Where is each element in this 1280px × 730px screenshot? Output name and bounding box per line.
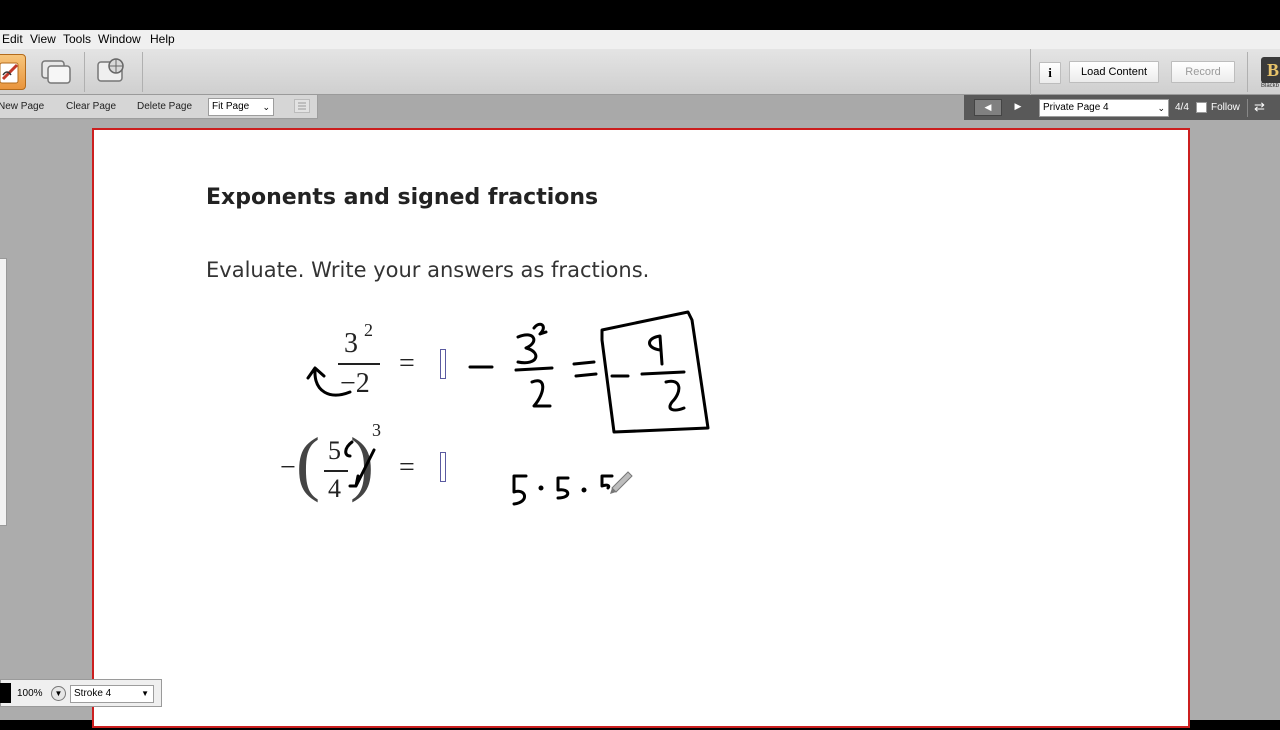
app-window: Edit View Tools Window Help i Load Conte… xyxy=(0,0,1280,728)
globe-window-icon xyxy=(97,58,124,82)
whiteboard-page[interactable]: Exponents and signed fractions Evaluate.… xyxy=(92,128,1190,728)
follow-checkbox[interactable] xyxy=(1196,102,1207,113)
record-button[interactable]: Record xyxy=(1171,61,1235,83)
triangle-down-icon: ▼ xyxy=(141,689,149,698)
ink-dot-two xyxy=(581,487,587,493)
page-select-value: Private Page 4 xyxy=(1043,102,1109,113)
title-bar xyxy=(0,0,1280,30)
web-share-button[interactable] xyxy=(94,54,130,90)
pen-tool-button[interactable] xyxy=(0,54,26,90)
ink-digit-nine xyxy=(648,334,664,366)
triangle-left-icon: ◀ xyxy=(984,102,992,112)
nav-separator xyxy=(1247,99,1248,117)
screen-share-button[interactable] xyxy=(38,54,74,90)
side-panel-edge[interactable] xyxy=(0,258,7,526)
color-swatch[interactable] xyxy=(0,683,11,703)
page-list-icon[interactable] xyxy=(294,99,310,113)
menu-bar: Edit View Tools Window Help xyxy=(0,30,1280,49)
toolbar-right-group: i Load Content Record B Blackb xyxy=(1030,49,1280,95)
page-toolbar: New Page Clear Page Delete Page Fit Page… xyxy=(0,95,318,119)
ink-five-two xyxy=(556,476,570,500)
ink-digit-three xyxy=(516,333,538,365)
ink-equals xyxy=(572,360,598,378)
zoom-select[interactable]: Fit Page ⌄ xyxy=(208,98,274,116)
blackboard-logo-caption: Blackb xyxy=(1261,83,1280,89)
page-count: 4/4 xyxy=(1175,102,1189,113)
swap-arrows-icon[interactable]: ⇄ xyxy=(1254,99,1265,115)
ink-box-fraction-bar xyxy=(640,370,686,376)
next-page-button[interactable]: ▶ xyxy=(1006,99,1030,116)
main-toolbar: i Load Content Record B Blackb xyxy=(0,49,1280,95)
ink-box-digit-two xyxy=(664,379,686,412)
delete-page-button[interactable]: Delete Page xyxy=(137,101,192,112)
ink-five-one xyxy=(512,474,528,506)
page-select[interactable]: Private Page 4 ⌄ xyxy=(1039,99,1169,117)
blackboard-logo[interactable]: B xyxy=(1261,57,1280,83)
menu-window[interactable]: Window xyxy=(98,32,141,46)
menu-tools[interactable]: Tools xyxy=(63,32,91,46)
chevron-down-icon: ⌄ xyxy=(262,102,270,112)
menu-view[interactable]: View xyxy=(30,32,56,46)
windows-icon xyxy=(41,60,71,84)
prev-page-button[interactable]: ◀ xyxy=(974,99,1002,116)
ink-paren-arrow xyxy=(344,440,376,488)
chevron-down-icon: ⌄ xyxy=(1157,103,1165,113)
triangle-down-icon: ▼ xyxy=(54,689,63,698)
ink-exponent-two xyxy=(532,322,548,336)
ink-dot-one xyxy=(538,485,544,491)
opacity-value: 100% xyxy=(17,688,43,699)
menu-edit[interactable]: Edit xyxy=(2,32,23,46)
toolbar-separator xyxy=(142,52,143,92)
ink-digit-two xyxy=(530,379,552,408)
toolbar-separator xyxy=(84,52,85,92)
follow-label: Follow xyxy=(1211,102,1240,113)
ink-five-three xyxy=(600,474,614,490)
clear-page-button[interactable]: Clear Page xyxy=(66,101,116,112)
zoom-select-value: Fit Page xyxy=(212,101,250,112)
new-page-button[interactable]: New Page xyxy=(0,101,44,112)
triangle-right-icon: ▶ xyxy=(1014,101,1022,111)
ink-annotation-layer xyxy=(306,310,710,506)
page-navigation-bar: ◀ ▶ Private Page 4 ⌄ 4/4 Follow ⇄ xyxy=(964,95,1280,121)
opacity-dropdown-button[interactable]: ▼ xyxy=(51,686,66,701)
info-button[interactable]: i xyxy=(1039,62,1061,84)
pen-icon xyxy=(0,62,19,84)
stroke-select-value: Stroke 4 xyxy=(74,688,112,699)
pen-settings-bar: 100% ▼ Stroke 4 ▼ xyxy=(0,679,162,707)
ink-arrow-curve xyxy=(306,366,352,397)
load-content-button[interactable]: Load Content xyxy=(1069,61,1159,83)
ink-fraction-bar xyxy=(514,366,554,372)
menu-help[interactable]: Help xyxy=(150,32,175,46)
stroke-select[interactable]: Stroke 4 ▼ xyxy=(70,685,154,703)
toolbar-separator xyxy=(1247,52,1248,92)
